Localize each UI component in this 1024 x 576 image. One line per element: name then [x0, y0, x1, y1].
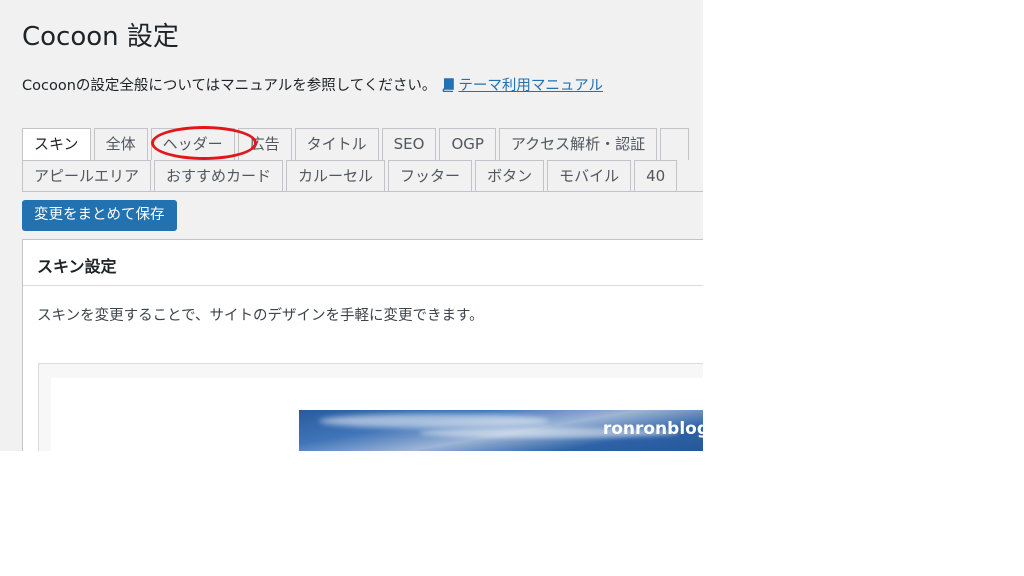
intro-message: Cocoonの設定全般についてはマニュアルを参照してください。 — [22, 78, 437, 94]
intro-text: Cocoonの設定全般についてはマニュアルを参照してください。 テーマ利用マニュア… — [22, 74, 603, 95]
preview-site-name: ronronblog — [602, 419, 703, 439]
tab-skin[interactable]: スキン — [22, 128, 91, 160]
screenshot-area: Cocoon 設定 Cocoonの設定全般についてはマニュアルを参照してください… — [0, 0, 703, 451]
tab-mobile[interactable]: モバイル — [547, 160, 632, 192]
tab-recommended-cards[interactable]: おすすめカード — [154, 160, 284, 192]
skin-preview[interactable]: ronronblog — [51, 378, 703, 451]
preview-header-banner: ronronblog — [299, 410, 703, 451]
panel-description: スキンを変更することで、サイトのデザインを手軽に変更できます。 — [37, 308, 484, 324]
tab-ogp[interactable]: OGP — [439, 128, 496, 160]
skin-settings-panel: スキン設定 スキンを変更することで、サイトのデザインを手軽に変更できます。 ro… — [22, 239, 703, 451]
tab-bar-row1: スキン 全体 ヘッダー 広告 タイトル SEO OGP アクセス解析・認証 — [22, 128, 703, 160]
tab-overflow[interactable] — [660, 128, 689, 160]
tabs-divider — [22, 191, 703, 192]
panel-title: スキン設定 — [37, 257, 117, 276]
save-all-button[interactable]: 変更をまとめて保存 — [22, 200, 177, 231]
tab-seo[interactable]: SEO — [381, 128, 437, 160]
tab-appeal-area[interactable]: アピールエリア — [22, 160, 152, 192]
manual-link-label: テーマ利用マニュアル — [458, 78, 603, 94]
panel-header: スキン設定 — [23, 240, 703, 286]
tab-404[interactable]: 40 — [634, 160, 678, 192]
tab-footer[interactable]: フッター — [388, 160, 473, 192]
tab-analytics[interactable]: アクセス解析・認証 — [498, 128, 658, 160]
manual-link[interactable]: テーマ利用マニュアル — [436, 78, 603, 94]
tab-bar-row2: アピールエリア おすすめカード カルーセル フッター ボタン モバイル 40 — [22, 160, 703, 192]
tab-title[interactable]: タイトル — [294, 128, 379, 160]
skin-preview-frame: ronronblog — [38, 363, 703, 451]
tab-general[interactable]: 全体 — [93, 128, 148, 160]
tab-button[interactable]: ボタン — [475, 160, 545, 192]
book-icon — [442, 78, 455, 92]
highlight-annotation — [151, 126, 257, 160]
page-title: Cocoon 設定 — [22, 22, 179, 52]
tab-carousel[interactable]: カルーセル — [286, 160, 386, 192]
